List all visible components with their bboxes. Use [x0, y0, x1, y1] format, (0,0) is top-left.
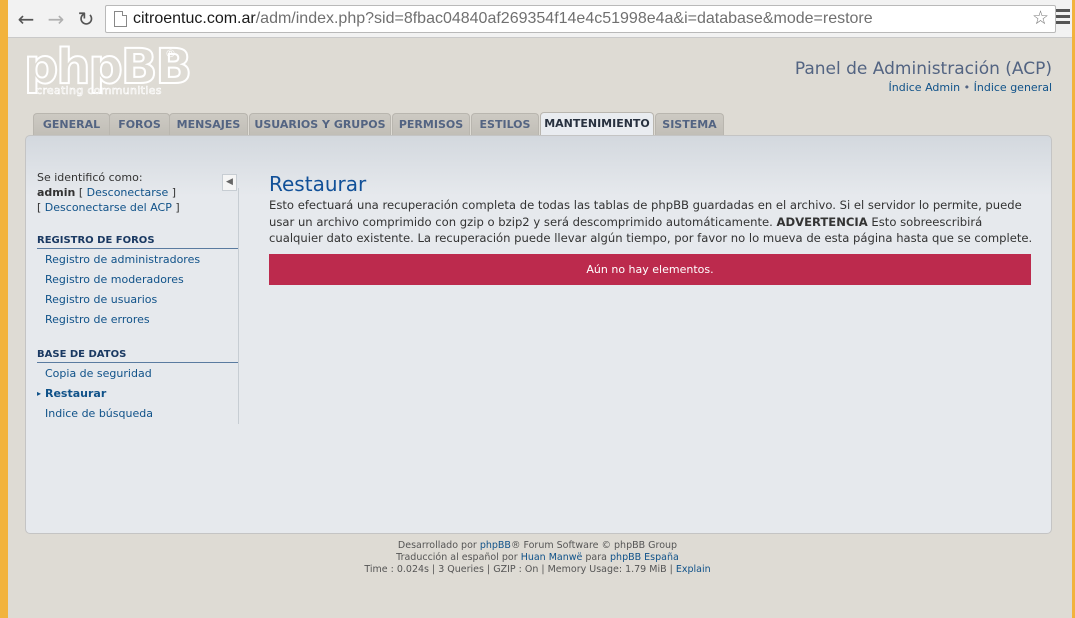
collapse-sidebar-icon[interactable]: ◀: [222, 174, 237, 191]
tab-sistema[interactable]: SISTEMA: [655, 113, 724, 135]
tab-mantenimiento[interactable]: MANTENIMIENTO: [540, 112, 654, 136]
tab-foros[interactable]: FOROS: [109, 113, 170, 135]
tab-mensajes[interactable]: MENSAJES: [169, 113, 248, 135]
tab-general[interactable]: GENERAL: [33, 113, 110, 135]
main-panel: Se identificó como: admin [ Desconectars…: [25, 135, 1052, 534]
footer-line-3: Time : 0.024s | 3 Queries | GZIP : On | …: [0, 564, 1075, 576]
page-icon: [114, 11, 127, 27]
footer-line-1: Desarrollado por phpBB® Forum Software ©…: [0, 540, 1075, 552]
menu-heading-registro: REGISTRO DE FOROS: [37, 234, 238, 249]
page-description: Esto efectuará una recuperación completa…: [269, 197, 1039, 247]
footer: Desarrollado por phpBB® Forum Software ©…: [0, 540, 1075, 576]
tab-usuarios-grupos[interactable]: USUARIOS Y GRUPOS: [249, 113, 391, 135]
desc-warning: ADVERTENCIA: [776, 214, 868, 229]
menu-item-admin-log[interactable]: Registro de administradores: [45, 253, 200, 267]
registered-mark: ®: [165, 47, 176, 60]
menu-item-backup[interactable]: Copia de seguridad: [45, 367, 152, 381]
link-separator: •: [963, 81, 971, 94]
logout-acp-link[interactable]: Desconectarse del ACP: [45, 201, 172, 214]
url-path: /adm/index.php?sid=8fbac04840af269354f14…: [255, 10, 873, 27]
phpbb-logo[interactable]: phpBB ® creating communities: [23, 38, 193, 102]
sidebar-divider: [238, 188, 239, 424]
phpbb-link[interactable]: phpBB: [480, 540, 511, 551]
address-bar[interactable]: citroentuc.com.ar/adm/index.php?sid=8fba…: [105, 5, 1056, 33]
footer-line-2: Traducción al español por Huan Manwë par…: [0, 552, 1075, 564]
url-text: citroentuc.com.ar/adm/index.php?sid=8fba…: [133, 6, 873, 32]
footer-powered-prefix: Desarrollado por: [397, 540, 477, 551]
menu-item-error-log[interactable]: Registro de errores: [45, 313, 150, 327]
header-links: Índice Admin • Índice general: [889, 81, 1053, 94]
admin-index-link[interactable]: Índice Admin: [889, 81, 961, 94]
sidebar-user-info: Se identificó como: admin [ Desconectars…: [37, 170, 239, 215]
translator-link[interactable]: Huan Manwë: [521, 552, 583, 563]
tab-estilos[interactable]: ESTILOS: [471, 113, 539, 135]
footer-translation-mid: para: [585, 552, 607, 563]
logo-tagline: creating communities: [36, 84, 162, 98]
user-line: admin [ Desconectarse ]: [37, 186, 177, 199]
tab-permisos[interactable]: PERMISOS: [392, 113, 470, 135]
menu-item-search-index[interactable]: Indice de búsqueda: [45, 407, 153, 421]
logout-link[interactable]: Desconectarse: [87, 186, 169, 199]
identified-label: Se identificó como:: [37, 171, 143, 184]
menu-item-restore[interactable]: Restaurar: [45, 387, 106, 401]
phpbb-espana-link[interactable]: phpBB España: [610, 552, 679, 563]
url-host: citroentuc.com.ar: [133, 10, 256, 27]
menu-heading-base-datos: BASE DE DATOS: [37, 348, 238, 363]
back-arrow-icon[interactable]: ←: [14, 7, 38, 31]
bookmark-star-icon[interactable]: ☆: [1032, 6, 1049, 32]
active-arrow-icon: ▸: [37, 389, 42, 398]
window-border: [0, 0, 8, 618]
menu-item-mod-log[interactable]: Registro de moderadores: [45, 273, 184, 287]
reload-icon[interactable]: ↻: [74, 7, 98, 31]
acp-logout-line: [ Desconectarse del ACP ]: [37, 201, 180, 214]
footer-powered-suffix: ® Forum Software © phpBB Group: [510, 540, 678, 551]
page-title: Restaurar: [269, 172, 367, 196]
acp-title: Panel de Administración (ACP): [794, 59, 1052, 79]
footer-debug-info: Time : 0.024s | 3 Queries | GZIP : On | …: [364, 564, 673, 575]
browser-toolbar: ← → ↻ citroentuc.com.ar/adm/index.php?si…: [8, 0, 1072, 38]
username: admin: [37, 186, 76, 199]
footer-translation-prefix: Traducción al español por: [396, 552, 518, 563]
forward-arrow-icon[interactable]: →: [44, 7, 68, 31]
explain-link[interactable]: Explain: [676, 564, 711, 575]
menu-item-user-log[interactable]: Registro de usuarios: [45, 293, 157, 307]
general-index-link[interactable]: Índice general: [974, 81, 1052, 94]
error-message-box: Aún no hay elementos.: [269, 254, 1031, 285]
browser-menu-icon[interactable]: [1056, 9, 1070, 27]
